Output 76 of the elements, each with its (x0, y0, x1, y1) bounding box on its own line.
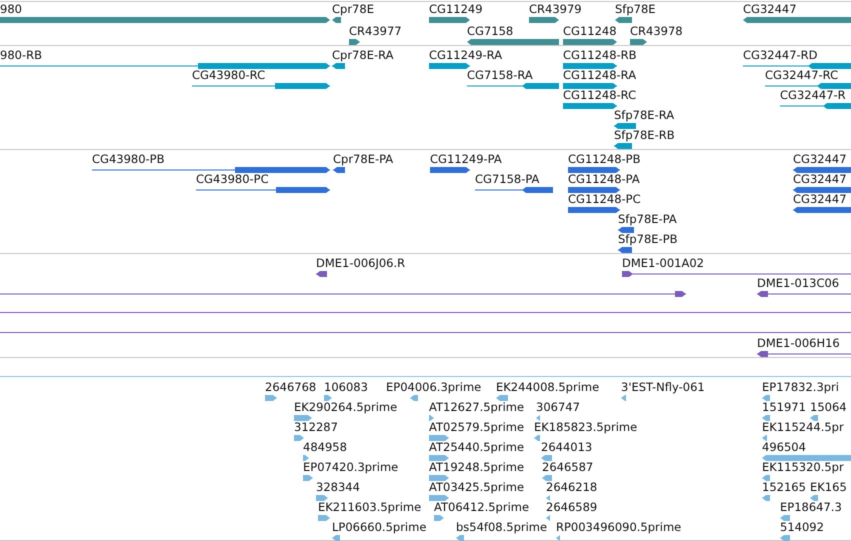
feature-label: 3'EST-Nfly-061 (621, 380, 705, 394)
feature-label: AT03425.5prime (429, 480, 524, 494)
feature-label: CG7158-PA (475, 172, 540, 186)
feature-label: CG32447 (743, 2, 797, 16)
feature-label: 2644013 (541, 440, 592, 454)
feature-label: EP18647.3 (780, 500, 842, 514)
feature-label: CG11248-PA (568, 172, 640, 186)
feature-label: CG11249-PA (430, 152, 502, 166)
feature-label: EK290264.5prime (294, 400, 398, 414)
feature-label: 328344 (316, 480, 360, 494)
feature-label: CG11248 (563, 24, 617, 38)
feature-label: bs54f08.5prime (456, 520, 548, 534)
feature-label: EK185823.5prime (534, 420, 638, 434)
feature-label: 2646768 (265, 380, 316, 394)
feature-label: EK211603.5prime (318, 500, 422, 514)
feature-label: EK165 (810, 480, 847, 494)
feature-label: CG7158 (467, 24, 514, 38)
feature-label: 151971 (762, 400, 806, 414)
feature-label: 312287 (294, 420, 338, 434)
feature-label: CG32447 (793, 152, 847, 166)
feature-label: CR43977 (349, 24, 402, 38)
feature-label: 152165 (762, 480, 806, 494)
feature-label: AT12627.5prime (429, 400, 524, 414)
feature-label: CG32447-RC (765, 68, 838, 82)
feature-label: Sfp78E-PB (618, 232, 678, 246)
feature-label: CG11248-RC (563, 88, 636, 102)
feature-label: Cpr78E (332, 2, 374, 16)
feature-label: 496504 (762, 440, 806, 454)
feature-label: 980-RB (0, 48, 42, 62)
feature-label: Sfp78E (615, 2, 656, 16)
feature-label: CG32447 (793, 172, 847, 186)
feature-label: LP06660.5prime (332, 520, 426, 534)
feature-label: EK115244.5pr (762, 420, 844, 434)
feature-label: 106083 (324, 380, 368, 394)
feature-label: DME1-006H16 (757, 336, 840, 350)
feature-label: Cpr78E-RA (332, 48, 394, 62)
feature-label: CG32447 (793, 192, 847, 206)
feature-label: AT02579.5prime (429, 420, 524, 434)
feature-label: 15064 (810, 400, 847, 414)
feature-label: AT25440.5prime (429, 440, 524, 454)
feature-label: CG11248-PC (568, 192, 641, 206)
feature-label: RP003496090.5prime (556, 520, 682, 534)
feature-label: CR43978 (630, 24, 683, 38)
feature-label: AT19248.5prime (429, 460, 524, 474)
feature-label: CG32447-RD (743, 48, 818, 62)
feature-label: Sfp78E-PA (618, 212, 677, 226)
feature-label: AT06412.5prime (434, 500, 530, 514)
feature-label: EK115320.5pr (762, 460, 844, 474)
feature-label: Sfp78E-RB (614, 128, 675, 142)
feature-label: DME1-013C06 (757, 276, 840, 290)
feature-label: 484958 (303, 440, 347, 454)
feature-label: EP07420.3prime (303, 460, 398, 474)
feature-label: 2646587 (542, 460, 594, 474)
feature-label: CG7158-RA (467, 68, 533, 82)
feature-label: CG11248-PB (568, 152, 640, 166)
feature-label: EP04006.3prime (386, 380, 482, 394)
feature-label: 514092 (780, 520, 824, 534)
feature-label: Sfp78E-RA (614, 108, 674, 122)
feature-label: CG43980-PB (92, 152, 164, 166)
feature-label: 980 (0, 2, 22, 16)
feature-label: DME1-001A02 (622, 256, 704, 270)
feature-label: CG11249 (429, 2, 483, 16)
feature-label: CG11249-RA (429, 48, 502, 62)
feature-label: 2646589 (546, 500, 598, 514)
feature-label: CG32447-R (780, 88, 846, 102)
feature-label: CG43980-PC (196, 172, 269, 186)
feature-label: CR43979 (529, 2, 582, 16)
feature-label: EK244008.5prime (496, 380, 600, 394)
feature-label: Cpr78E-PA (333, 152, 394, 166)
feature-label: CG11248-RA (563, 68, 636, 82)
feature-label: CG43980-RC (192, 68, 266, 82)
feature-label: 2646218 (546, 480, 598, 494)
feature-label: 306747 (536, 400, 580, 414)
feature-label: DME1-006J06.R (316, 256, 406, 270)
feature-label: CG11248-RB (563, 48, 637, 62)
feature-label: EP17832.3pri (762, 380, 839, 394)
